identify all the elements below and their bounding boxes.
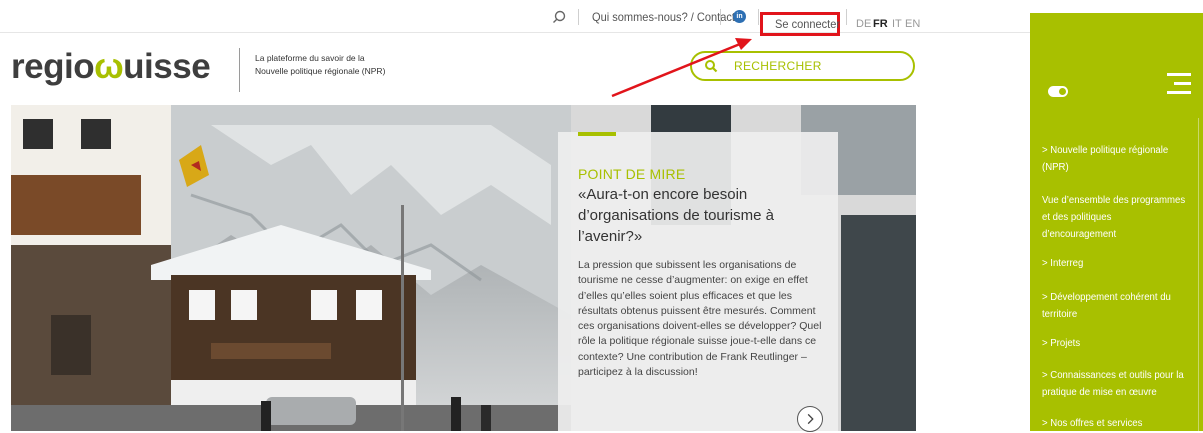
menu-icon-bar [1167,91,1191,94]
topbar-divider [846,9,847,25]
logo-text-start: regio [11,47,95,86]
site-tagline: La plateforme du savoir de la Nouvelle p… [255,53,386,76]
sidebar-item-npr[interactable]: > Nouvelle politique régionale (NPR) [1042,143,1188,177]
sidebar-item-knowledge-tools[interactable]: > Connaissances et outils pour la pratiq… [1042,368,1188,402]
sidebar-item-interreg[interactable]: > Interreg [1042,256,1188,273]
chevron-right-icon[interactable] [797,406,823,432]
menu-icon-bar [1174,82,1191,85]
site-logo[interactable]: regioωuisse [11,47,211,87]
lang-it[interactable]: IT [892,18,902,30]
card-accent-bar [578,132,616,136]
lang-en[interactable]: EN [905,18,920,30]
about-contact-link[interactable]: Qui sommes-nous? / Contact [592,10,735,24]
logo-mark: ω [94,47,124,86]
featured-teaser-card[interactable]: POINT DE MIRE «Aura-t-on encore besoin d… [558,132,838,431]
logo-text-end: uisse [123,47,211,86]
search-label: RECHERCHER [734,59,822,73]
hamburger-menu-icon[interactable] [1167,73,1191,97]
lang-de[interactable]: DE [856,18,871,30]
sidebar-scrollbar[interactable] [1198,118,1199,431]
topbar-divider [578,9,579,25]
logo-divider [239,48,240,92]
sidebar-item-territorial-development[interactable]: > Développement cohérent du territoire [1042,290,1188,324]
menu-icon-bar [1167,73,1191,76]
sidebar-item-projects[interactable]: > Projets [1042,336,1188,353]
search-icon[interactable] [552,10,566,24]
login-link[interactable]: Se connecter [775,17,840,31]
card-kicker: POINT DE MIRE [578,166,686,182]
card-title[interactable]: «Aura-t-on encore besoin d’organisations… [578,184,828,247]
search-button[interactable]: RECHERCHER [690,51,915,81]
linkedin-icon[interactable]: in [733,10,746,23]
topbar-divider [758,9,759,25]
lang-fr[interactable]: FR [873,18,888,30]
sidebar-item-programmes-overview[interactable]: Vue d’ensemble des programmes et des pol… [1042,193,1188,243]
toggle-icon[interactable] [1048,86,1068,97]
card-body: La pression que subissent les organisati… [578,259,822,379]
topbar-divider [720,9,721,25]
sidebar-item-offers-services[interactable]: > Nos offres et services [1042,416,1188,433]
search-icon [705,60,718,73]
